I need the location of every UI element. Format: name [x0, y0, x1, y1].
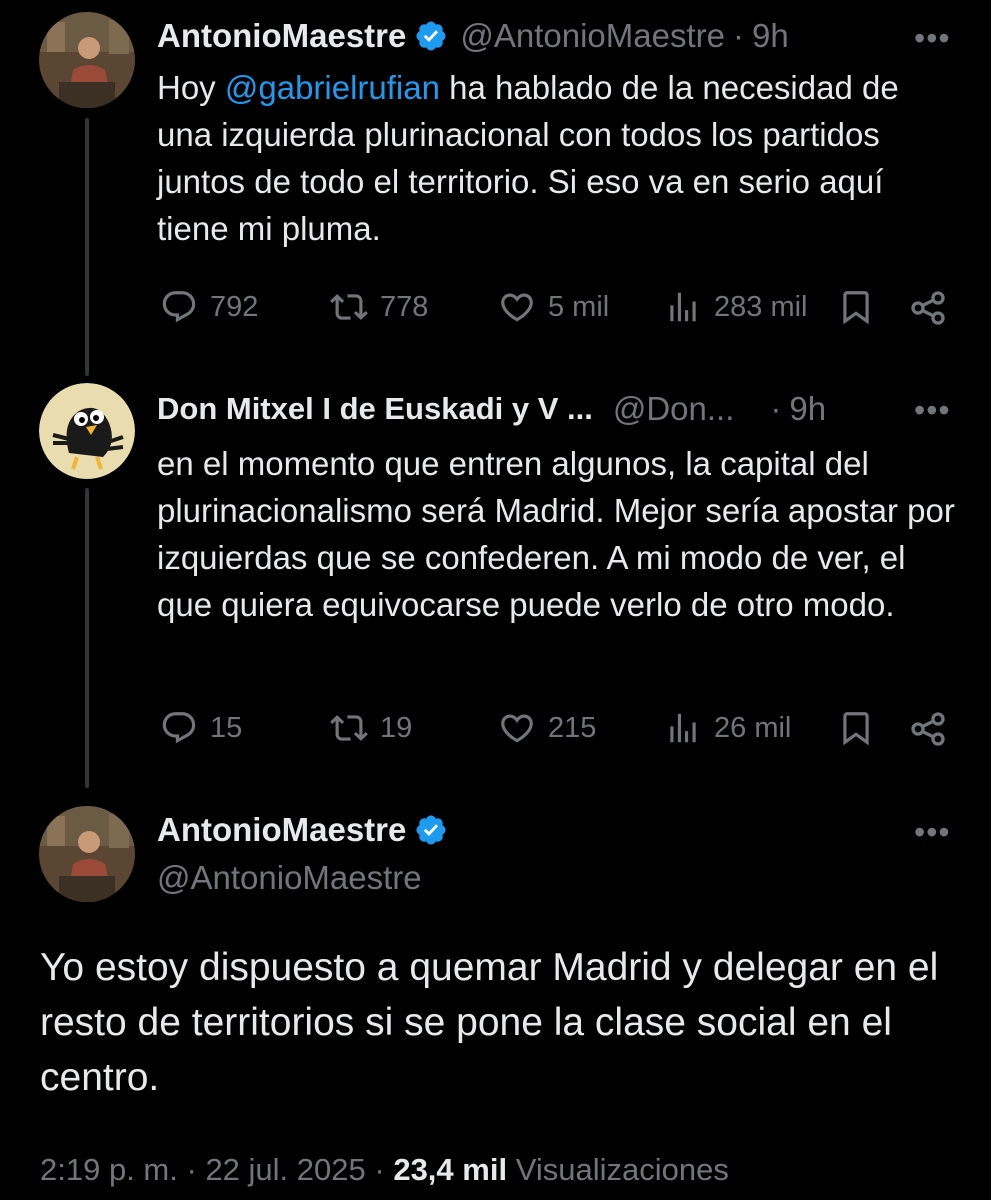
like-button[interactable]: 5 mil	[498, 288, 609, 326]
heart-icon	[501, 293, 533, 322]
like-count: 215	[548, 711, 597, 744]
tweet2-header: Don Mitxel I de Euskadi y V ... @Don... …	[157, 389, 826, 429]
share-icon	[911, 712, 945, 746]
retweet-icon	[330, 715, 368, 741]
retweet-count: 19	[380, 711, 413, 744]
tweet2-actions: 15 19 215 26 mil	[0, 709, 991, 749]
separator: ·	[186, 1152, 197, 1187]
share-button[interactable]	[908, 288, 948, 328]
separator: ·	[374, 1152, 385, 1187]
views-icon	[670, 292, 696, 322]
post-time[interactable]: 2:19 p. m.	[40, 1152, 178, 1187]
reply-button[interactable]: 792	[160, 288, 258, 326]
tweet-meta: 2:19 p. m. · 22 jul. 2025 · 23,4 mil Vis…	[40, 1152, 729, 1188]
like-count: 5 mil	[548, 290, 610, 323]
timestamp[interactable]: 9h	[789, 389, 826, 429]
retweet-icon	[330, 294, 368, 320]
views-count: 283 mil	[714, 290, 808, 323]
post-date[interactable]: 22 jul. 2025	[205, 1152, 365, 1187]
separator: ·	[770, 390, 782, 427]
more-options-icon[interactable]: •••	[914, 816, 951, 848]
retweet-count: 778	[380, 290, 429, 323]
tweet2-text: en el momento que entren algunos, la cap…	[157, 445, 955, 623]
heart-icon	[501, 714, 533, 743]
thread-line	[85, 118, 89, 376]
more-options-icon[interactable]: •••	[914, 394, 951, 426]
like-button[interactable]: 215	[498, 709, 596, 747]
author-name[interactable]: Don Mitxel I de Euskadi y V ...	[157, 389, 593, 429]
avatar-antoniomaestre[interactable]	[39, 12, 135, 108]
views-button[interactable]: 26 mil	[664, 709, 791, 747]
timestamp[interactable]: 9h	[752, 16, 789, 56]
views-count: 26 mil	[714, 711, 792, 744]
reply-icon	[162, 712, 196, 744]
reply-count: 15	[210, 711, 243, 744]
verified-badge-icon	[416, 815, 446, 845]
views-button[interactable]: 283 mil	[664, 288, 808, 326]
retweet-button[interactable]: 19	[330, 709, 412, 747]
retweet-button[interactable]: 778	[330, 288, 428, 326]
tweet3-name-row: AntonioMaestre	[157, 810, 460, 850]
more-options-icon[interactable]: •••	[914, 22, 951, 54]
views-label: Visualizaciones	[515, 1152, 729, 1187]
share-icon	[911, 291, 945, 325]
tweet-text-part: Hoy	[157, 69, 225, 106]
reply-button[interactable]: 15	[160, 709, 242, 747]
author-name[interactable]: AntonioMaestre	[157, 810, 406, 850]
reply-count: 792	[210, 290, 259, 323]
bookmark-icon	[843, 712, 869, 746]
share-button[interactable]	[908, 709, 948, 749]
separator: ·	[733, 17, 744, 54]
views-icon	[670, 713, 696, 743]
mention-link[interactable]: @gabrielrufian	[225, 69, 440, 106]
tweet3-text: Yo estoy dispuesto a quemar Madrid y del…	[40, 946, 939, 1099]
bookmark-icon	[843, 291, 869, 325]
author-handle[interactable]: @AntonioMaestre	[157, 858, 422, 898]
avatar-don-mitxel[interactable]	[39, 383, 135, 479]
bookmark-button[interactable]	[837, 709, 875, 747]
views-count: 23,4 mil	[393, 1152, 508, 1187]
bookmark-button[interactable]	[837, 288, 875, 326]
author-handle[interactable]: @Don...	[613, 389, 735, 429]
tweet1-text: Hoy @gabrielrufian ha hablado de la nece…	[157, 64, 957, 252]
reply-icon	[162, 291, 196, 323]
author-name[interactable]: AntonioMaestre	[157, 16, 406, 56]
tweet3-handle-row: @AntonioMaestre	[157, 858, 422, 898]
tweet1-header: AntonioMaestre @AntonioMaestre · 9h	[157, 16, 789, 56]
author-handle[interactable]: @AntonioMaestre	[460, 16, 725, 56]
avatar-antoniomaestre[interactable]	[39, 806, 135, 902]
verified-badge-icon	[416, 21, 446, 51]
tweet1-actions: 792 778 5 mil 283 mil	[0, 288, 991, 328]
